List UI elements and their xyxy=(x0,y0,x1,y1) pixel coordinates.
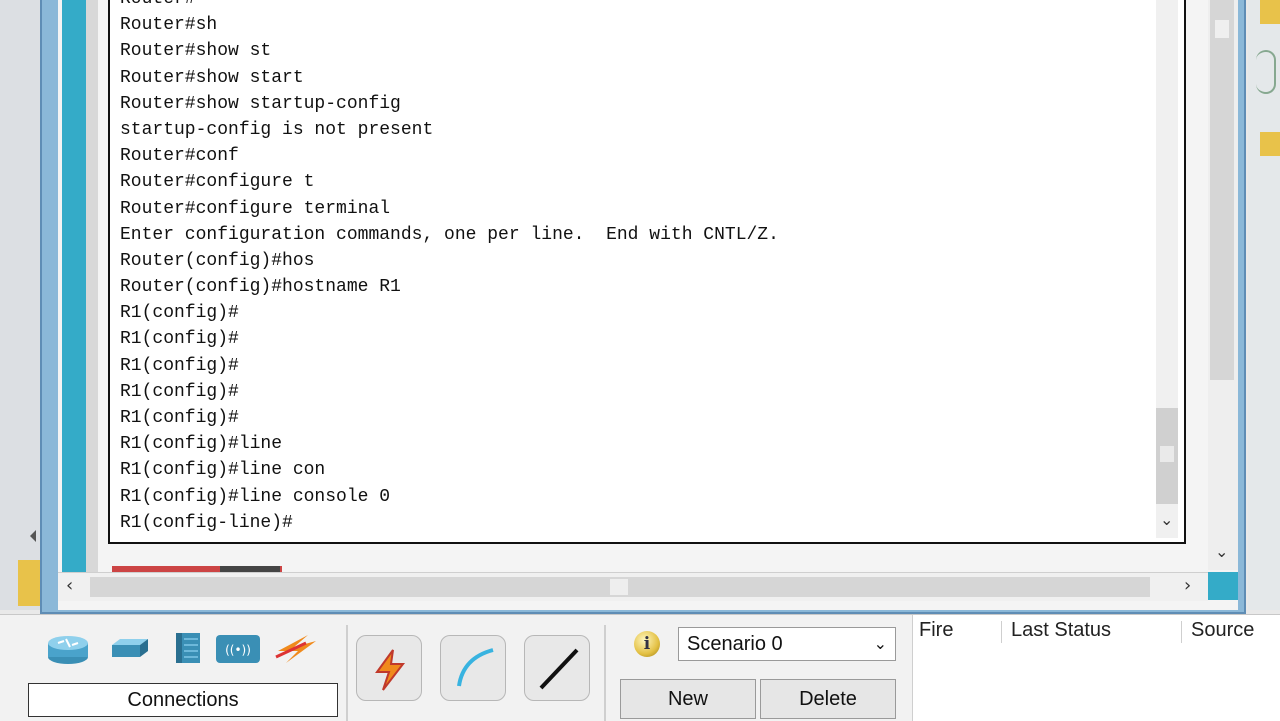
column-header-source[interactable]: Source xyxy=(1191,619,1254,642)
workspace-link-fragment xyxy=(1256,50,1276,94)
chevron-left-icon[interactable]: ‹ xyxy=(66,575,73,596)
workspace-device-fragment xyxy=(1260,132,1280,156)
straight-through-cable-button[interactable] xyxy=(524,635,590,701)
workspace-left xyxy=(0,0,40,610)
scroll-corner xyxy=(1208,572,1238,600)
grip-icon xyxy=(1215,20,1229,38)
terminal-line: R1(config)#line xyxy=(120,434,283,455)
console-cable-button[interactable] xyxy=(440,635,506,701)
terminal-output: Router# Router#sh Router#show st Router#sho… xyxy=(120,0,779,536)
window-scroll-thumb[interactable] xyxy=(1210,0,1234,380)
horizontal-scrollbar[interactable]: ‹ › xyxy=(58,572,1208,601)
panel-gutter xyxy=(86,0,98,572)
terminal-line: Router#show start xyxy=(120,67,304,88)
terminal-line: Router# xyxy=(120,0,779,12)
terminal-line: Router#configure t xyxy=(120,172,315,193)
info-icon[interactable]: i xyxy=(634,631,660,657)
pdu-list-table: Fire Last Status Source xyxy=(912,615,1280,721)
terminal-line: R1(config)# xyxy=(120,355,239,376)
terminal-scroll-thumb[interactable] xyxy=(1156,408,1178,504)
connection-icon[interactable] xyxy=(272,631,320,667)
terminal-line: Router#show st xyxy=(120,41,272,62)
scenario-select[interactable]: Scenario 0 ⌄ xyxy=(678,627,896,661)
window-scrollbar[interactable]: ⌄ xyxy=(1208,0,1238,570)
router-icon[interactable] xyxy=(44,631,92,667)
terminal-line: Router#conf xyxy=(120,146,239,167)
grip-icon xyxy=(610,579,628,595)
terminal-line: R1(config)# xyxy=(120,329,239,350)
wireless-icon[interactable]: ((•)) xyxy=(214,631,262,667)
column-header-last-status[interactable]: Last Status xyxy=(1011,619,1111,642)
cli-terminal[interactable]: Router# Router#sh Router#show st Router#sho… xyxy=(108,0,1186,544)
terminal-line: startup-config is not present xyxy=(120,119,434,140)
auto-connection-button[interactable] xyxy=(356,635,422,701)
workspace-device-fragment xyxy=(18,560,40,606)
straight-through-cable-icon xyxy=(539,648,579,690)
column-header-fire[interactable]: Fire xyxy=(919,619,953,642)
grip-icon xyxy=(1160,446,1174,462)
console-cable-icon xyxy=(457,648,494,687)
terminal-line: Router(config)#hos xyxy=(120,250,315,271)
auto-connection-icon xyxy=(375,649,406,691)
column-separator xyxy=(1001,621,1002,643)
terminal-line: R1(config)#line con xyxy=(120,460,326,481)
terminal-line: R1(config)# xyxy=(120,408,239,428)
bottom-toolbar: ((•)) Connections i Scenario 0 ⌄ New Del… xyxy=(0,614,1280,721)
connections-label: Connections xyxy=(28,683,338,717)
terminal-line: R1(config)#line console 0 xyxy=(120,486,391,507)
divider xyxy=(604,625,606,721)
terminal-line: R1(config)# xyxy=(120,381,239,402)
terminal-line: R1(config)# xyxy=(120,303,239,324)
collapse-arrow-icon[interactable] xyxy=(30,530,36,542)
chevron-down-icon[interactable]: ⌄ xyxy=(1215,542,1228,561)
chevron-right-icon[interactable]: › xyxy=(1184,575,1191,596)
divider xyxy=(346,625,348,721)
terminal-line: Router(config)#hostname R1 xyxy=(120,277,401,298)
hub-icon[interactable] xyxy=(164,631,212,667)
terminal-line: Router#configure terminal xyxy=(120,198,391,219)
switch-icon[interactable] xyxy=(104,631,152,667)
workspace-device-fragment xyxy=(1260,0,1280,24)
new-scenario-button[interactable]: New xyxy=(620,679,756,719)
terminal-line: Enter configuration commands, one per li… xyxy=(120,224,779,245)
terminal-scrollbar[interactable]: ⌄ xyxy=(1156,0,1178,538)
workspace-right xyxy=(1248,0,1280,610)
chevron-down-icon[interactable]: ⌄ xyxy=(1160,510,1173,529)
delete-scenario-button[interactable]: Delete xyxy=(760,679,896,719)
panel-accent xyxy=(62,0,86,572)
terminal-line: Router#sh xyxy=(120,15,218,36)
chevron-down-icon: ⌄ xyxy=(873,634,887,653)
horizontal-scroll-thumb[interactable] xyxy=(90,577,1150,597)
terminal-line: Router#show startup-config xyxy=(120,93,401,114)
column-separator xyxy=(1181,621,1182,643)
svg-text:((•)): ((•)) xyxy=(225,643,251,657)
scenario-selected-value: Scenario 0 xyxy=(687,633,783,655)
terminal-line: R1(config-line)# xyxy=(120,512,293,533)
